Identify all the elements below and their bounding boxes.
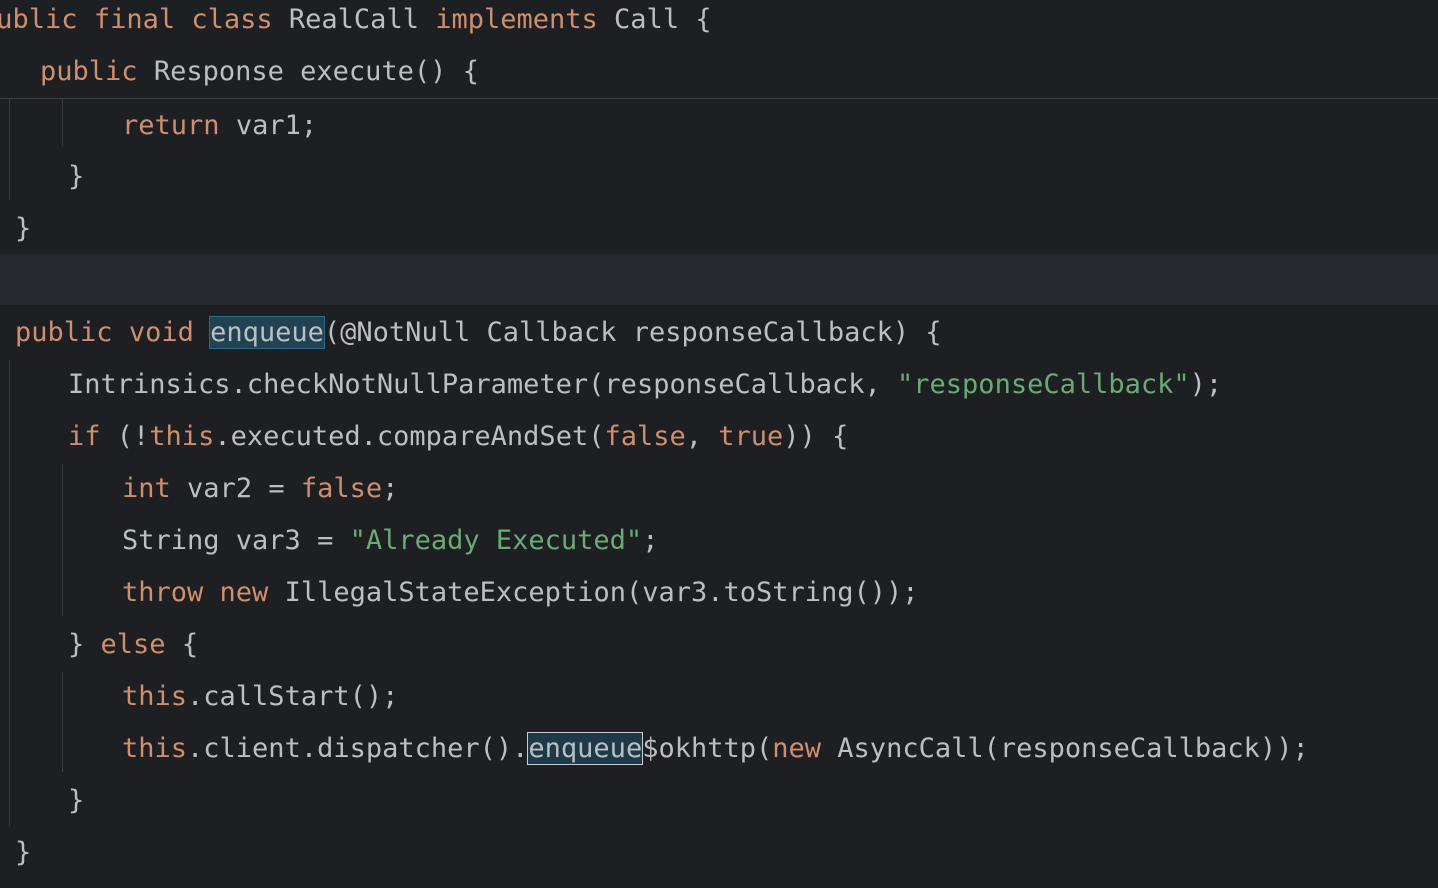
code-line-call-start[interactable]: this.callStart(); xyxy=(122,671,398,723)
keyword-int: int xyxy=(122,473,171,504)
keyword-this: this xyxy=(122,681,188,712)
keyword-implements: implements xyxy=(435,4,598,35)
code-line-close-brace[interactable]: } xyxy=(68,151,84,203)
open-brace: { xyxy=(181,629,199,660)
code-line-else[interactable]: } else { xyxy=(68,619,198,671)
indent-guide xyxy=(9,98,10,200)
code-line-throw[interactable]: throw new IllegalStateException(var3.toS… xyxy=(122,567,919,619)
code-line-return[interactable]: return var1; xyxy=(122,100,317,152)
if-close: )) { xyxy=(783,421,849,452)
keyword-public: public xyxy=(0,4,78,35)
paren-not: (! xyxy=(116,421,150,452)
call-close: ); xyxy=(1189,369,1223,400)
close-brace: } xyxy=(68,161,85,192)
open-brace: { xyxy=(462,56,479,87)
close-brace: } xyxy=(68,629,101,660)
code-line-close-brace[interactable]: } xyxy=(68,775,84,827)
interface-name: Call xyxy=(614,4,680,35)
sticky-line-class-declaration[interactable]: public final class RealCall implements C… xyxy=(0,0,712,46)
keyword-this: this xyxy=(122,733,188,764)
call-chain: .client.dispatcher(). xyxy=(187,733,529,764)
keyword-return: return xyxy=(122,110,220,141)
keyword-new: new xyxy=(219,577,269,608)
close-brace: } xyxy=(15,213,32,244)
keyword-public: public xyxy=(40,56,138,87)
code-line-close-brace[interactable]: } xyxy=(15,827,31,879)
code-line-enqueue-signature[interactable]: public void enqueue(@NotNull Callback re… xyxy=(15,307,942,359)
constructor-call: AsyncCall(responseCallback)); xyxy=(837,733,1309,764)
call-expression: .callStart(); xyxy=(187,681,399,712)
keyword-public: public xyxy=(15,317,113,348)
code-editor[interactable]: public final class RealCall implements C… xyxy=(0,0,1438,888)
code-line-string-var3[interactable]: String var3 = "Already Executed"; xyxy=(122,515,658,567)
close-brace: } xyxy=(68,785,85,816)
code-line-int-var2[interactable]: int var2 = false; xyxy=(122,463,398,515)
assignment: var2 = xyxy=(187,473,301,504)
return-type: Response xyxy=(153,56,284,87)
method-name-enqueue[interactable]: enqueue xyxy=(209,316,325,349)
method-params: (@NotNull Callback responseCallback) { xyxy=(323,317,942,348)
exception-constructor: IllegalStateException(var3.toString()); xyxy=(284,577,919,608)
keyword-false: false xyxy=(604,421,686,452)
keyword-new: new xyxy=(772,733,822,764)
code-line-close-brace[interactable]: } xyxy=(15,203,31,255)
keyword-final: final xyxy=(93,4,176,35)
string-literal: "Already Executed" xyxy=(349,525,643,556)
method-suffix: $okhttp( xyxy=(642,733,773,764)
declaration: String var3 = xyxy=(122,525,350,556)
indent-guide xyxy=(9,360,10,826)
keyword-true: true xyxy=(718,421,784,452)
sticky-line-execute-signature[interactable]: public Response execute() { xyxy=(40,46,479,98)
string-literal: "responseCallback" xyxy=(897,369,1190,400)
code-line-if[interactable]: if (!this.executed.compareAndSet(false, … xyxy=(68,411,848,463)
sticky-scroll-header[interactable]: public final class RealCall implements C… xyxy=(0,0,1438,99)
indent-guide xyxy=(62,672,63,772)
return-value: var1; xyxy=(235,110,318,141)
call-expression: Intrinsics.checkNotNullParameter(respons… xyxy=(68,369,898,400)
code-line-check-not-null[interactable]: Intrinsics.checkNotNullParameter(respons… xyxy=(68,359,1222,411)
method-name: execute() xyxy=(300,56,447,87)
keyword-void: void xyxy=(128,317,194,348)
close-brace: } xyxy=(15,837,32,868)
open-brace: { xyxy=(695,4,712,35)
semicolon: ; xyxy=(382,473,399,504)
keyword-if: if xyxy=(68,421,101,452)
keyword-throw: throw xyxy=(122,577,204,608)
indent-guide xyxy=(62,464,63,616)
keyword-class: class xyxy=(191,4,273,35)
keyword-this: this xyxy=(149,421,215,452)
indent-guide xyxy=(62,98,63,146)
code-line-dispatcher-enqueue[interactable]: this.client.dispatcher().enqueue$okhttp(… xyxy=(122,723,1309,775)
class-name: RealCall xyxy=(288,4,419,35)
keyword-false: false xyxy=(300,473,383,504)
method-usage-enqueue[interactable]: enqueue xyxy=(527,732,644,765)
keyword-else: else xyxy=(100,629,166,660)
semicolon: ; xyxy=(642,525,659,556)
comma: , xyxy=(685,421,719,452)
call-expression: .executed.compareAndSet( xyxy=(214,421,605,452)
blank-line-highlight xyxy=(0,254,1438,305)
